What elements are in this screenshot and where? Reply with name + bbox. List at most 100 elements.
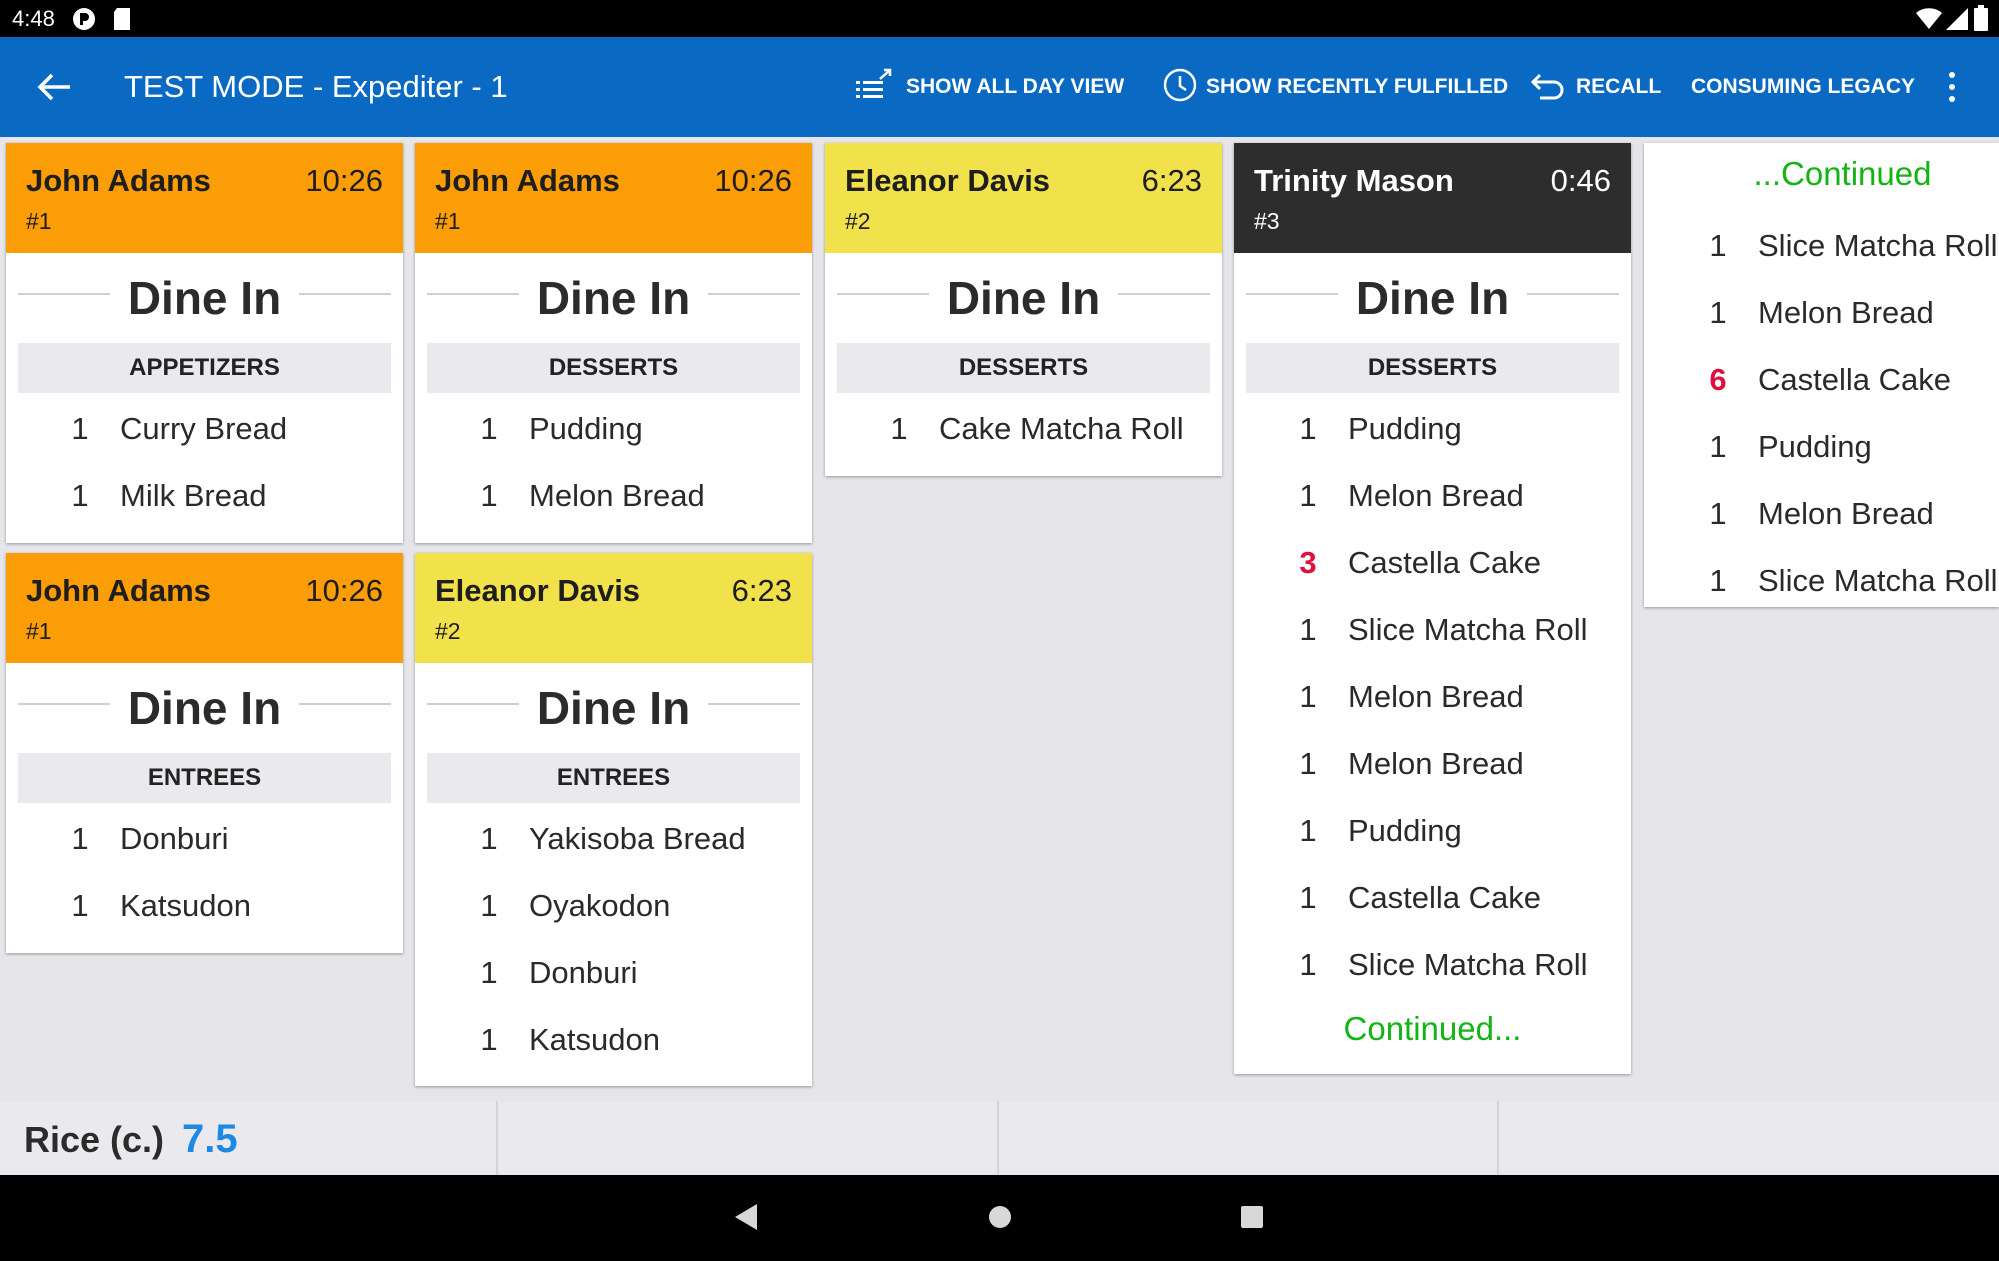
order-item[interactable]: 1 Melon Bread bbox=[1234, 460, 1631, 527]
order-item[interactable]: 1 Melon Bread bbox=[1644, 478, 1999, 545]
item-name: Melon Bread bbox=[529, 478, 705, 513]
item-quantity: 1 bbox=[1709, 228, 1727, 263]
item-name: Oyakodon bbox=[529, 888, 671, 923]
item-name: Slice Matcha Roll bbox=[1758, 228, 1998, 263]
ticket-header[interactable]: Trinity Mason 0:46 #3 bbox=[1234, 143, 1631, 253]
item-name: Melon Bread bbox=[1758, 295, 1934, 330]
order-item[interactable]: 3 Castella Cake bbox=[1234, 527, 1631, 594]
app-bar: TEST MODE - Expediter - 1 SHOW ALL DAY V… bbox=[0, 37, 1999, 137]
nav-home-icon[interactable] bbox=[987, 1204, 1013, 1230]
item-quantity: 1 bbox=[71, 411, 89, 446]
ticket-header[interactable]: Eleanor Davis 6:23 #2 bbox=[825, 143, 1222, 253]
item-quantity: 1 bbox=[1299, 880, 1317, 915]
order-item[interactable]: 6 Castella Cake bbox=[1644, 344, 1999, 411]
order-type: Dine In bbox=[825, 253, 1222, 343]
customer-name: Eleanor Davis bbox=[435, 573, 641, 608]
order-type-label: Dine In bbox=[127, 272, 282, 324]
ticket-header[interactable]: John Adams 10:26 #1 bbox=[6, 553, 403, 663]
order-item[interactable]: 1 Melon Bread bbox=[415, 460, 812, 527]
divider bbox=[299, 293, 391, 295]
summary-divider bbox=[1497, 1101, 1499, 1175]
order-type: Dine In bbox=[6, 253, 403, 343]
order-item[interactable]: 1 Curry Bread bbox=[6, 393, 403, 460]
elapsed-time: 6:23 bbox=[731, 573, 792, 608]
customer-name: Eleanor Davis bbox=[845, 163, 1051, 198]
order-item[interactable]: 1 Slice Matcha Roll bbox=[1644, 545, 1999, 607]
wifi-icon bbox=[1916, 8, 1942, 29]
item-name: Castella Cake bbox=[1758, 362, 1951, 397]
order-ticket[interactable]: Eleanor Davis 6:23 #2 Dine In DESSERTS 1… bbox=[825, 143, 1222, 476]
order-item[interactable]: 1 Pudding bbox=[1644, 411, 1999, 478]
item-name: Slice Matcha Roll bbox=[1348, 612, 1588, 647]
elapsed-time: 10:26 bbox=[714, 163, 792, 198]
item-quantity: 1 bbox=[71, 478, 89, 513]
order-type-label: Dine In bbox=[127, 682, 282, 734]
order-item[interactable]: 1 Yakisoba Bread bbox=[415, 803, 812, 870]
order-type: Dine In bbox=[6, 663, 403, 753]
item-name: Katsudon bbox=[529, 1022, 660, 1057]
section-header: DESSERTS bbox=[837, 343, 1210, 393]
item-quantity: 1 bbox=[1709, 429, 1727, 464]
order-item[interactable]: 1 Pudding bbox=[1234, 795, 1631, 862]
order-item[interactable]: 1 Slice Matcha Roll bbox=[1234, 929, 1631, 996]
order-ticket[interactable]: John Adams 10:26 #1 Dine In APPETIZERS 1… bbox=[6, 143, 403, 543]
continued-header: ...Continued bbox=[1753, 155, 1932, 192]
item-quantity: 1 bbox=[1709, 496, 1727, 531]
customer-name: Trinity Mason bbox=[1254, 163, 1454, 198]
item-quantity: 1 bbox=[480, 411, 498, 446]
summary-divider bbox=[496, 1101, 498, 1175]
more-vert-icon[interactable] bbox=[1944, 69, 1960, 105]
order-item[interactable]: 1 Slice Matcha Roll bbox=[1234, 594, 1631, 661]
order-item[interactable]: 1 Melon Bread bbox=[1234, 728, 1631, 795]
order-item[interactable]: 1 Pudding bbox=[1234, 393, 1631, 460]
item-name: Curry Bread bbox=[120, 411, 288, 446]
order-ticket[interactable]: John Adams 10:26 #1 Dine In ENTREES 1 Don… bbox=[6, 553, 403, 953]
item-name: Pudding bbox=[1348, 411, 1462, 446]
section-header: ENTREES bbox=[18, 753, 391, 803]
item-name: Cake Matcha Roll bbox=[939, 411, 1184, 446]
order-item[interactable]: 1 Melon Bread bbox=[1644, 277, 1999, 344]
order-type-label: Dine In bbox=[946, 272, 1101, 324]
item-quantity: 1 bbox=[480, 478, 498, 513]
back-arrow-icon[interactable] bbox=[36, 71, 72, 103]
summary-item-value: 7.5 bbox=[182, 1117, 238, 1161]
nav-recents-icon[interactable] bbox=[1240, 1205, 1264, 1229]
order-ticket-continuation[interactable]: ...Continued 1 Slice Matcha Roll 1 Melon B… bbox=[1644, 143, 1999, 607]
order-item[interactable]: 1 Pudding bbox=[415, 393, 812, 460]
order-item[interactable]: 1 Oyakodon bbox=[415, 870, 812, 937]
order-number: #1 bbox=[26, 618, 52, 644]
summary-bar: Rice (c.) 7.5 bbox=[0, 1101, 1999, 1175]
order-ticket[interactable]: Eleanor Davis 6:23 #2 Dine In ENTREES 1Y… bbox=[415, 553, 812, 1086]
item-quantity: 6 bbox=[1709, 362, 1727, 397]
item-name: Melon Bread bbox=[1348, 478, 1524, 513]
order-item[interactable]: 1 Milk Bread bbox=[6, 460, 403, 527]
item-quantity: 1 bbox=[1299, 813, 1317, 848]
ticket-header[interactable]: John Adams 10:26 #1 bbox=[6, 143, 403, 253]
item-quantity: 1 bbox=[480, 821, 498, 856]
summary-divider bbox=[997, 1101, 999, 1175]
item-quantity: 1 bbox=[71, 888, 89, 923]
order-item[interactable]: 1 Katsudon bbox=[415, 1004, 812, 1071]
item-name: Pudding bbox=[1348, 813, 1462, 848]
order-item[interactable]: 1 Cake Matcha Roll bbox=[825, 393, 1222, 460]
order-type-label: Dine In bbox=[536, 682, 691, 734]
page-title: TEST MODE - Expediter - 1 bbox=[124, 69, 508, 104]
order-ticket[interactable]: John Adams 10:26 #1 Dine In DESSERTS 1 Pu… bbox=[415, 143, 812, 543]
order-item[interactable]: 1 Slice Matcha Roll bbox=[1644, 210, 1999, 277]
battery-icon bbox=[1974, 5, 1988, 31]
order-item[interactable]: 1 Castella Cake bbox=[1234, 862, 1631, 929]
ticket-header[interactable]: Eleanor Davis 6:23 #2 bbox=[415, 553, 812, 663]
section-header: ENTREES bbox=[427, 753, 800, 803]
order-type: Dine In bbox=[415, 253, 812, 343]
item-name: Castella Cake bbox=[1348, 880, 1541, 915]
item-quantity: 1 bbox=[480, 888, 498, 923]
ticket-header[interactable]: John Adams 10:26 #1 bbox=[415, 143, 812, 253]
order-item[interactable]: 1 Katsudon bbox=[6, 870, 403, 937]
nav-back-icon[interactable] bbox=[733, 1202, 759, 1232]
order-item[interactable]: 1 Melon Bread bbox=[1234, 661, 1631, 728]
item-quantity: 1 bbox=[1299, 947, 1317, 982]
item-name: Melon Bread bbox=[1758, 496, 1934, 531]
order-item[interactable]: 1 Donburi bbox=[415, 937, 812, 1004]
order-item[interactable]: 1 Donburi bbox=[6, 803, 403, 870]
order-ticket[interactable]: Trinity Mason 0:46 #3 Dine In DESSERTS 1… bbox=[1234, 143, 1631, 1074]
